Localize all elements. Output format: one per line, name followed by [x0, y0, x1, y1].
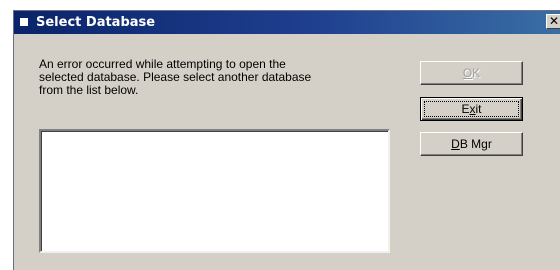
db-mgr-accelerator: D — [451, 137, 460, 151]
select-database-dialog: Select Database ✕ An error occurred whil… — [13, 10, 560, 270]
close-icon: ✕ — [548, 14, 560, 28]
exit-button[interactable]: Exit — [420, 97, 523, 121]
db-mgr-label-rest: B Mgr — [459, 137, 492, 151]
window-title: Select Database — [36, 15, 156, 30]
ok-label-rest: K — [472, 66, 481, 80]
close-button[interactable]: ✕ — [546, 14, 560, 29]
system-menu-icon[interactable] — [20, 18, 28, 26]
ok-accelerator: O — [462, 66, 473, 80]
error-message: An error occurred while attempting to op… — [39, 58, 379, 97]
error-message-line-3: from the list below. — [39, 83, 139, 97]
focus-rectangle — [424, 101, 519, 117]
title-bar[interactable]: Select Database ✕ — [14, 11, 560, 34]
db-mgr-button[interactable]: DB Mgr — [420, 132, 523, 156]
ok-button[interactable]: OK — [420, 61, 523, 85]
database-listbox[interactable] — [39, 129, 390, 253]
